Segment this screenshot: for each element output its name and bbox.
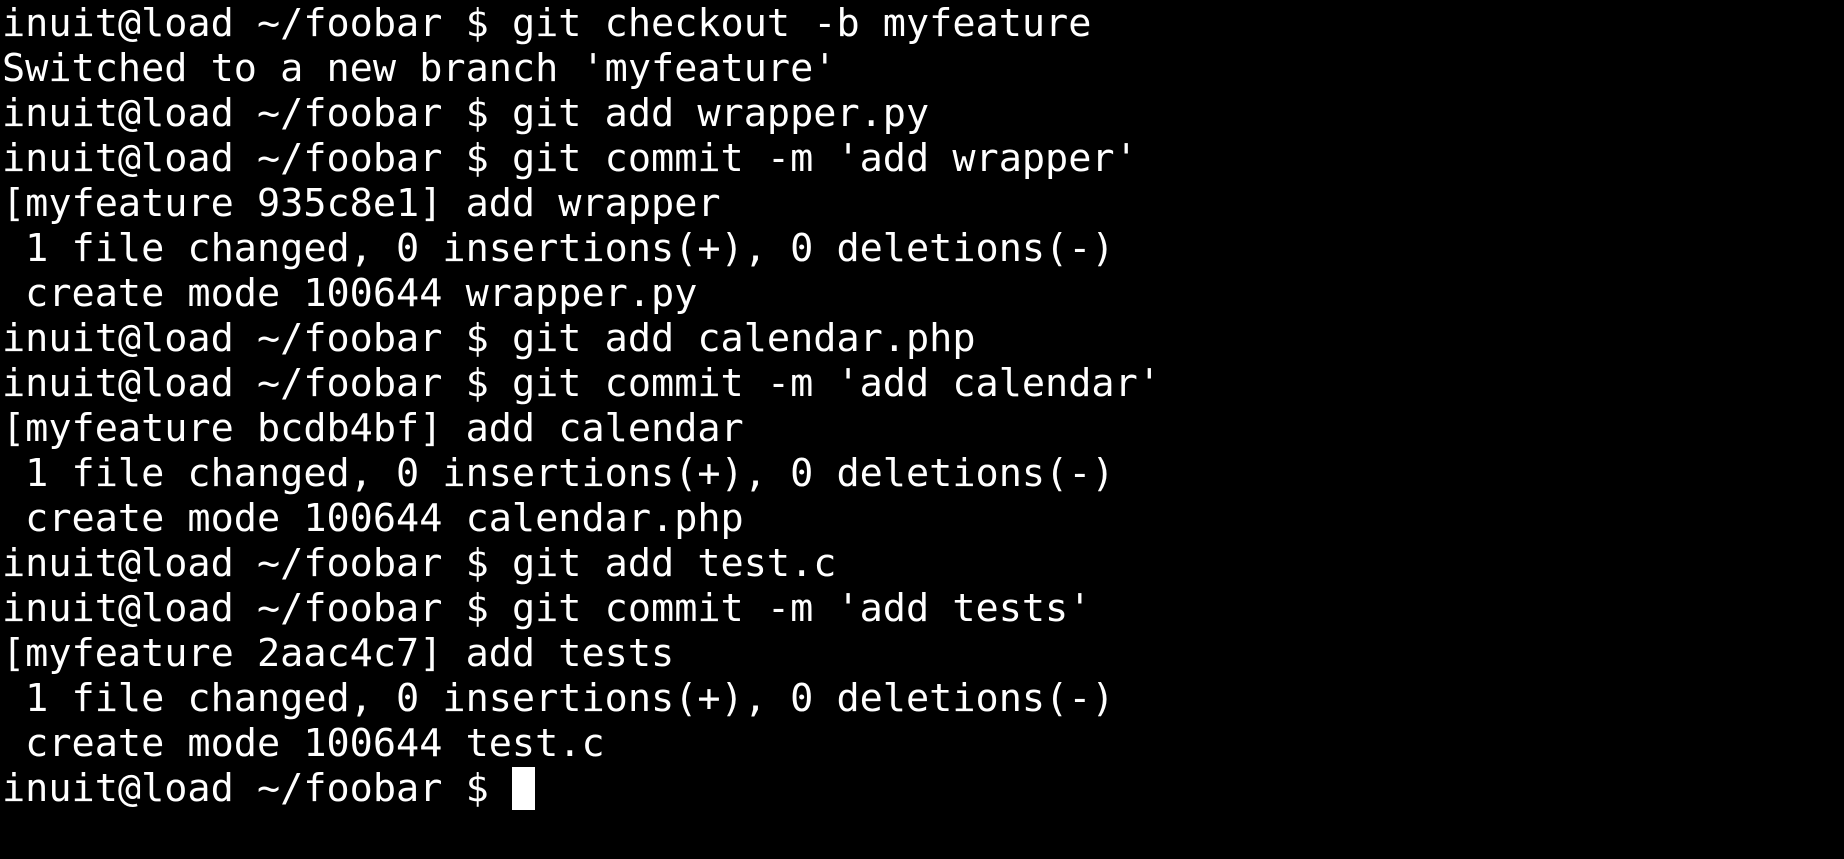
output-line: create mode 100644 calendar.php — [2, 496, 1844, 541]
output-line: 1 file changed, 0 insertions(+), 0 delet… — [2, 676, 1844, 721]
output-line: Switched to a new branch 'myfeature' — [2, 46, 1844, 91]
output-line: create mode 100644 wrapper.py — [2, 271, 1844, 316]
shell-prompt: inuit@load ~/foobar $ — [2, 1, 512, 46]
command-line: inuit@load ~/foobar $ git commit -m 'add… — [2, 361, 1844, 406]
command-text: git checkout -b myfeature — [511, 1, 1092, 46]
command-line: inuit@load ~/foobar $ git checkout -b my… — [2, 1, 1844, 46]
command-text: git commit -m 'add calendar' — [511, 361, 1161, 406]
shell-prompt: inuit@load ~/foobar $ — [2, 361, 512, 406]
output-text: [myfeature 2aac4c7] add tests — [2, 631, 675, 676]
output-line: [myfeature 2aac4c7] add tests — [2, 631, 1844, 676]
shell-prompt: inuit@load ~/foobar $ — [2, 541, 512, 586]
output-line: 1 file changed, 0 insertions(+), 0 delet… — [2, 451, 1844, 496]
output-text: [myfeature bcdb4bf] add calendar — [2, 406, 744, 451]
terminal-window[interactable]: inuit@load ~/foobar $ git checkout -b my… — [0, 0, 1844, 859]
output-text: 1 file changed, 0 insertions(+), 0 delet… — [2, 226, 1115, 271]
shell-prompt: inuit@load ~/foobar $ — [2, 586, 512, 631]
command-text: git add test.c — [511, 541, 837, 586]
output-line: [myfeature bcdb4bf] add calendar — [2, 406, 1844, 451]
output-text: 1 file changed, 0 insertions(+), 0 delet… — [2, 676, 1115, 721]
text-cursor — [511, 767, 535, 810]
command-text: git add calendar.php — [511, 316, 976, 361]
command-line: inuit@load ~/foobar $ git add calendar.p… — [2, 316, 1844, 361]
command-line: inuit@load ~/foobar $ git add wrapper.py — [2, 91, 1844, 136]
output-text: create mode 100644 test.c — [2, 721, 605, 766]
shell-prompt: inuit@load ~/foobar $ — [2, 136, 512, 181]
active-prompt-line: inuit@load ~/foobar $ — [2, 766, 1844, 811]
command-text: git add wrapper.py — [511, 91, 930, 136]
shell-prompt: inuit@load ~/foobar $ — [2, 91, 512, 136]
output-text: 1 file changed, 0 insertions(+), 0 delet… — [2, 451, 1115, 496]
output-text: Switched to a new branch 'myfeature' — [2, 46, 837, 91]
output-text: create mode 100644 calendar.php — [2, 496, 744, 541]
shell-prompt: inuit@load ~/foobar $ — [2, 316, 512, 361]
output-text: [myfeature 935c8e1] add wrapper — [2, 181, 721, 226]
command-line: inuit@load ~/foobar $ git commit -m 'add… — [2, 136, 1844, 181]
command-line: inuit@load ~/foobar $ git add test.c — [2, 541, 1844, 586]
output-text: create mode 100644 wrapper.py — [2, 271, 698, 316]
command-text: git commit -m 'add wrapper' — [511, 136, 1138, 181]
command-line: inuit@load ~/foobar $ git commit -m 'add… — [2, 586, 1844, 631]
command-text: git commit -m 'add tests' — [511, 586, 1092, 631]
output-line: create mode 100644 test.c — [2, 721, 1844, 766]
output-line: [myfeature 935c8e1] add wrapper — [2, 181, 1844, 226]
output-line: 1 file changed, 0 insertions(+), 0 delet… — [2, 226, 1844, 271]
shell-prompt: inuit@load ~/foobar $ — [2, 766, 512, 811]
